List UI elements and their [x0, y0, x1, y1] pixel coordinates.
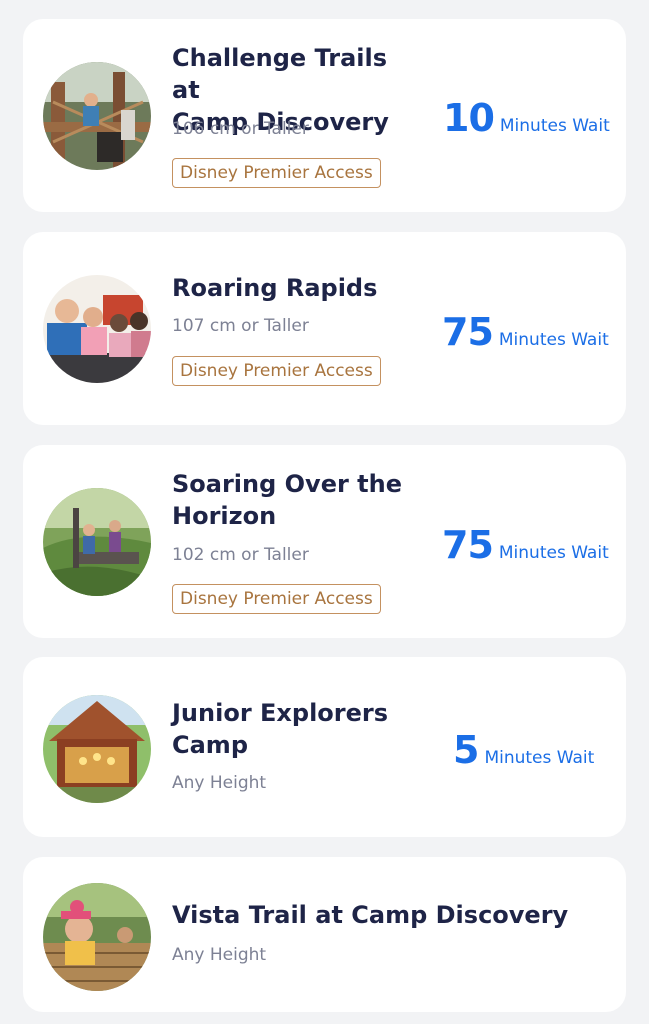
attraction-title: Junior Explorers Camp	[172, 697, 422, 761]
wait-time-value: 75	[442, 310, 494, 354]
attraction-title-line: Soaring Over the	[172, 470, 403, 498]
attraction-title-line: Roaring Rapids	[172, 274, 378, 302]
wait-time: 75 Minutes Wait	[442, 311, 609, 353]
wait-time: 10 Minutes Wait	[443, 97, 610, 139]
attraction-photo	[43, 62, 151, 170]
height-requirement: 106 cm or Taller	[172, 119, 309, 139]
premier-access-badge: Disney Premier Access	[172, 158, 381, 188]
height-requirement: Any Height	[172, 773, 267, 793]
attraction-title-line: Junior Explorers	[172, 699, 389, 727]
attraction-title-line: Horizon	[172, 502, 277, 530]
roaring-rapids-photo-icon	[43, 275, 151, 383]
attraction-card-soaring[interactable]: Soaring Over the Horizon 102 cm or Talle…	[23, 445, 626, 638]
attraction-photo	[43, 275, 151, 383]
premier-access-badge: Disney Premier Access	[172, 584, 381, 614]
attraction-card-roaring-rapids[interactable]: Roaring Rapids 107 cm or Taller Disney P…	[23, 232, 626, 425]
attraction-list: Challenge Trails at Camp Discovery 106 c…	[0, 0, 649, 1024]
wait-time: 75 Minutes Wait	[442, 524, 609, 566]
vista-trail-photo-icon	[43, 883, 151, 991]
attraction-card-junior-explorers[interactable]: Junior Explorers Camp Any Height 5 Minut…	[23, 657, 626, 837]
attraction-title: Roaring Rapids	[172, 272, 422, 304]
wait-time-value: 5	[453, 728, 479, 772]
attraction-title-line: Camp	[172, 731, 248, 759]
challenge-trails-photo-icon	[43, 62, 151, 170]
wait-time: 5 Minutes Wait	[453, 729, 594, 771]
attraction-photo	[43, 883, 151, 991]
attraction-title-line: Challenge Trails at	[172, 44, 388, 104]
junior-explorers-photo-icon	[43, 695, 151, 803]
attraction-title: Vista Trail at Camp Discovery	[172, 899, 592, 931]
attraction-title-line: Vista Trail at Camp Discovery	[172, 901, 569, 929]
wait-time-value: 75	[442, 523, 494, 567]
wait-time-label: Minutes Wait	[499, 116, 610, 136]
height-requirement: 102 cm or Taller	[172, 545, 309, 565]
height-requirement: Any Height	[172, 945, 267, 965]
attraction-card-vista-trail[interactable]: Vista Trail at Camp Discovery Any Height	[23, 857, 626, 1012]
wait-time-label: Minutes Wait	[498, 543, 609, 563]
wait-time-label: Minutes Wait	[484, 748, 595, 768]
premier-access-badge: Disney Premier Access	[172, 356, 381, 386]
attraction-photo	[43, 488, 151, 596]
height-requirement: 107 cm or Taller	[172, 316, 309, 336]
wait-time-label: Minutes Wait	[498, 330, 609, 350]
soaring-photo-icon	[43, 488, 151, 596]
attraction-card-challenge-trails[interactable]: Challenge Trails at Camp Discovery 106 c…	[23, 19, 626, 212]
attraction-photo	[43, 695, 151, 803]
attraction-title: Soaring Over the Horizon	[172, 468, 422, 532]
wait-time-value: 10	[443, 96, 495, 140]
